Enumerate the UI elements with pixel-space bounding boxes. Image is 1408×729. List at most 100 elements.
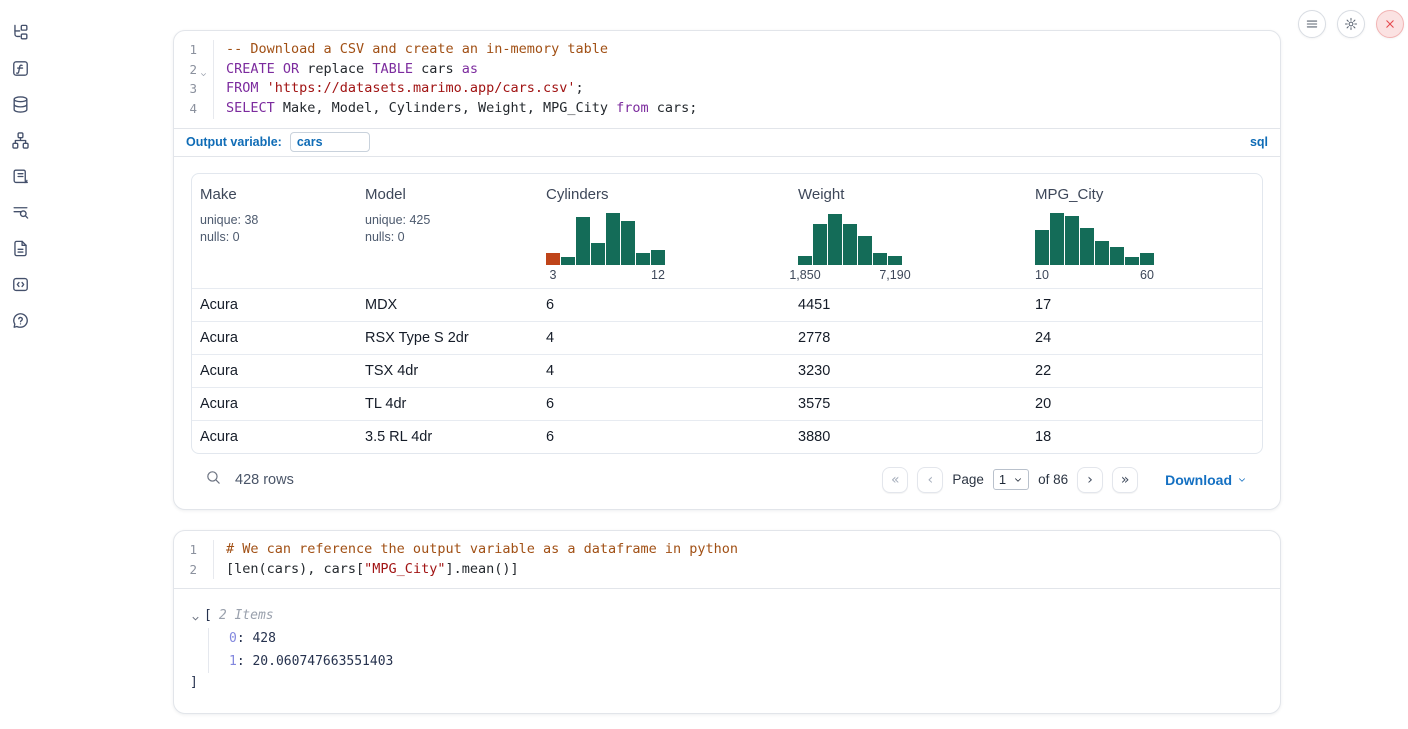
code-line: 2 CREATE OR replace TABLE cars as: [174, 60, 1280, 80]
item-value: 428: [252, 631, 275, 646]
histogram-bar[interactable]: [828, 214, 842, 265]
line-number: 1: [189, 540, 197, 560]
hist-min-label: 3: [546, 268, 560, 282]
table-header: Make unique: 38 nulls: 0 Model unique: 4…: [192, 174, 1262, 288]
histogram-bar[interactable]: [1035, 230, 1049, 265]
python-code-editor[interactable]: 1 # We can reference the output variable…: [174, 531, 1280, 588]
histogram-bar[interactable]: [1095, 241, 1109, 265]
gear-icon[interactable]: [1337, 10, 1365, 38]
histogram-bar[interactable]: [813, 224, 827, 265]
histogram-bar[interactable]: [621, 221, 635, 265]
file-tree-icon[interactable]: [8, 20, 32, 44]
histogram-bar[interactable]: [606, 213, 620, 265]
histogram-bar[interactable]: [1140, 253, 1154, 265]
histogram-bar[interactable]: [1065, 216, 1079, 265]
histogram-bar[interactable]: [798, 256, 812, 265]
line-number: 4: [189, 99, 197, 119]
line-number: 2: [189, 60, 197, 80]
page-select[interactable]: 1: [993, 469, 1029, 490]
histogram-bar[interactable]: [888, 256, 902, 265]
histogram-bar[interactable]: [1125, 257, 1139, 265]
table-footer: 428 rows « ‹ Page 1 of 86 › » Download: [191, 454, 1263, 509]
code-line: 1 # We can reference the output variable…: [174, 540, 1280, 560]
collapse-chevron-icon[interactable]: [190, 610, 201, 621]
python-cell: 1 # We can reference the output variable…: [173, 530, 1281, 714]
list-close-bracket: ]: [190, 673, 1264, 693]
next-page-button[interactable]: ›: [1077, 467, 1103, 493]
hamburger-menu-icon[interactable]: [1298, 10, 1326, 38]
row-count: 428 rows: [235, 472, 294, 488]
snippets-icon[interactable]: [8, 272, 32, 296]
column-header-model[interactable]: Model unique: 425 nulls: 0: [357, 174, 538, 288]
histogram-bar[interactable]: [1110, 247, 1124, 265]
prev-page-button[interactable]: ‹: [917, 467, 943, 493]
python-output-tree: [ 2 Items 0: 428 1: 20.060747663551403 ]: [174, 588, 1280, 713]
table-row[interactable]: Acura MDX 6 4451 17: [192, 288, 1262, 321]
functions-icon[interactable]: [8, 56, 32, 80]
histogram-bar[interactable]: [636, 253, 650, 265]
sql-output-area: Make unique: 38 nulls: 0 Model unique: 4…: [174, 157, 1280, 509]
first-page-button[interactable]: «: [882, 467, 908, 493]
logs-icon[interactable]: [8, 200, 32, 224]
stat-unique: unique: 425: [365, 212, 530, 229]
column-header-weight[interactable]: Weight 1,850 7,190: [790, 174, 1027, 288]
histogram-bar[interactable]: [591, 243, 605, 265]
notebook-controls: [1298, 10, 1404, 38]
weight-histogram: 1,850 7,190: [798, 212, 902, 282]
table-row[interactable]: Acura RSX Type S 2dr 4 2778 24: [192, 321, 1262, 354]
hist-max-label: 12: [651, 268, 665, 282]
hist-max-label: 60: [1140, 268, 1154, 282]
mpg-city-histogram: 10 60: [1035, 212, 1154, 282]
sql-code-editor[interactable]: 1 -- Download a CSV and create an in-mem…: [174, 31, 1280, 128]
fold-chevron-icon[interactable]: [199, 65, 208, 74]
stat-nulls: nulls: 0: [200, 229, 349, 246]
download-button[interactable]: Download: [1165, 472, 1247, 488]
list-item: 0: 428: [229, 628, 1264, 651]
chevron-down-icon: [1013, 475, 1023, 485]
close-icon[interactable]: [1376, 10, 1404, 38]
histogram-bar[interactable]: [576, 217, 590, 265]
histogram-bar[interactable]: [651, 250, 665, 265]
stat-unique: unique: 38: [200, 212, 349, 229]
sql-cell: 1 -- Download a CSV and create an in-mem…: [173, 30, 1281, 510]
notebook-main: 1 -- Download a CSV and create an in-mem…: [173, 30, 1281, 714]
code-line: 1 -- Download a CSV and create an in-mem…: [174, 40, 1280, 60]
hist-min-label: 10: [1035, 268, 1049, 282]
line-number: 3: [189, 79, 197, 99]
scratchpad-icon[interactable]: [8, 164, 32, 188]
datasources-icon[interactable]: [8, 92, 32, 116]
table-row[interactable]: Acura TSX 4dr 4 3230 22: [192, 354, 1262, 387]
code-line: 3 FROM 'https://datasets.marimo.app/cars…: [174, 79, 1280, 99]
histogram-bar[interactable]: [843, 224, 857, 265]
hist-max-label: 7,190: [888, 268, 902, 282]
data-table: Make unique: 38 nulls: 0 Model unique: 4…: [191, 173, 1263, 454]
table-row[interactable]: Acura TL 4dr 6 3575 20: [192, 387, 1262, 420]
stat-nulls: nulls: 0: [365, 229, 530, 246]
code-line: 4 SELECT Make, Model, Cylinders, Weight,…: [174, 99, 1280, 119]
histogram-bar[interactable]: [561, 257, 575, 265]
line-number: 2: [189, 560, 197, 580]
python-comment: # We can reference the output variable a…: [226, 541, 738, 557]
pagination: « ‹ Page 1 of 86 › » Download: [882, 467, 1247, 493]
documentation-icon[interactable]: [8, 236, 32, 260]
histogram-bar[interactable]: [546, 253, 560, 265]
histogram-bar[interactable]: [858, 236, 872, 265]
column-header-cylinders[interactable]: Cylinders 3 12: [538, 174, 790, 288]
output-variable-input[interactable]: [290, 132, 370, 152]
help-icon[interactable]: [8, 308, 32, 332]
item-value: 20.060747663551403: [252, 654, 393, 669]
histogram-bar[interactable]: [873, 253, 887, 265]
sql-comment: -- Download a CSV and create an in-memor…: [226, 41, 608, 57]
histogram-bar[interactable]: [1050, 213, 1064, 265]
search-icon[interactable]: [205, 469, 222, 491]
histogram-bar[interactable]: [1080, 228, 1094, 265]
cylinders-histogram: 3 12: [546, 212, 665, 282]
column-header-mpg-city[interactable]: MPG_City 10 60: [1027, 174, 1262, 288]
dependency-graph-icon[interactable]: [8, 128, 32, 152]
column-header-make[interactable]: Make unique: 38 nulls: 0: [192, 174, 357, 288]
sql-url-string: 'https://datasets.marimo.app/cars.csv': [267, 80, 576, 96]
chevron-down-icon: [1237, 475, 1247, 485]
last-page-button[interactable]: »: [1112, 467, 1138, 493]
list-open-bracket: [: [204, 605, 212, 626]
table-row[interactable]: Acura 3.5 RL 4dr 6 3880 18: [192, 420, 1262, 453]
